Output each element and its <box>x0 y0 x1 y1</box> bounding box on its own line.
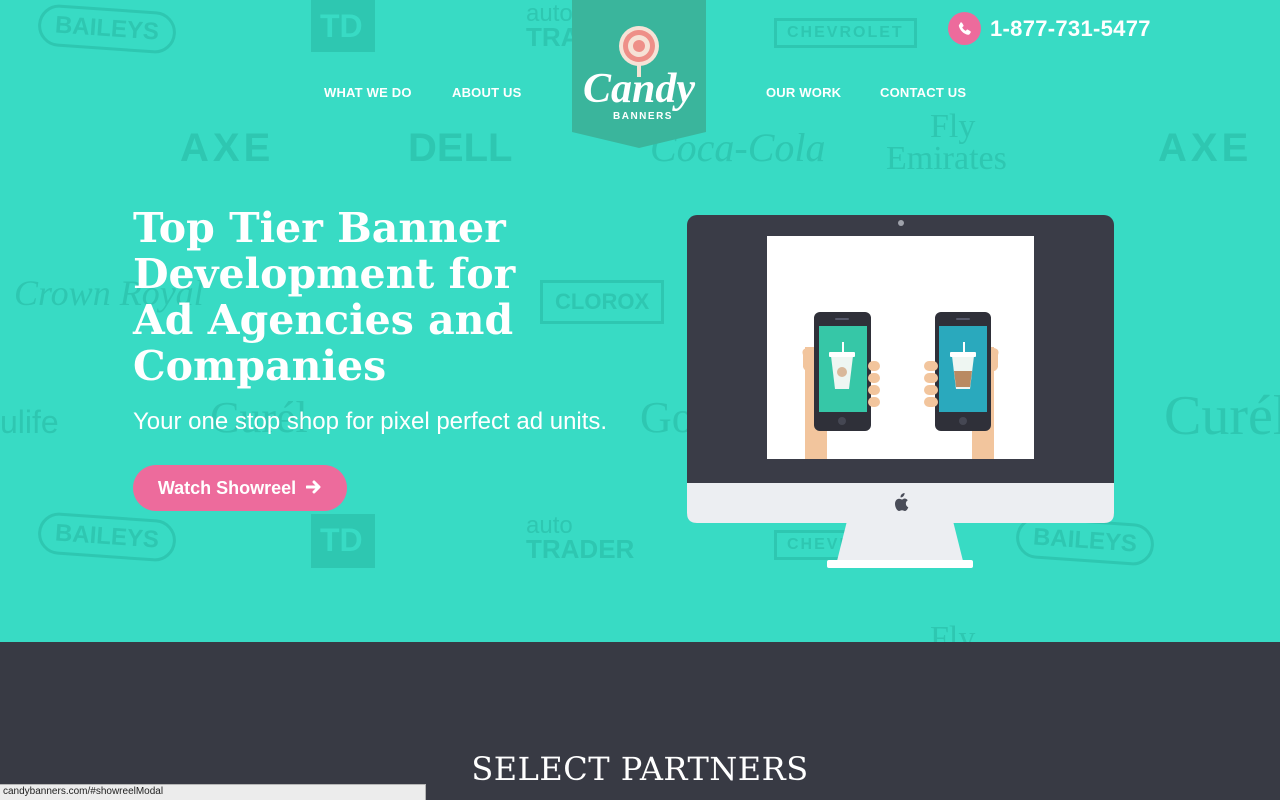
logo-wordmark: Candy <box>583 66 695 112</box>
bg-logo-baileys: BAILEYS <box>36 3 178 55</box>
nav-what-we-do[interactable]: WHAT WE DO <box>324 85 412 100</box>
hero-tagline: Your one stop shop for pixel perfect ad … <box>133 408 608 435</box>
bg-logo-chevrolet: CHEVROLET <box>774 18 917 48</box>
nav-about-us[interactable]: ABOUT US <box>452 85 522 100</box>
phone-number[interactable]: 1-877-731-5477 <box>990 16 1151 42</box>
bg-logo-emirates: Emirates <box>886 140 1007 177</box>
browser-status-bar: candybanners.com/#showreelModal <box>0 784 426 800</box>
nav-our-work[interactable]: OUR WORK <box>766 85 841 100</box>
nav-contact-us[interactable]: CONTACT US <box>880 85 966 100</box>
hero-section: BAILEYS TD auto TRADER CHEVROLET AXE DEL… <box>0 0 1280 642</box>
site-logo[interactable]: Candy BANNERS <box>572 0 706 148</box>
bg-logo-clorox: CLOROX <box>540 280 665 324</box>
bg-logo-axe-1: AXE <box>180 126 275 170</box>
hero-headline: Top Tier Banner Development for Ad Agenc… <box>133 204 516 390</box>
partners-title: SELECT PARTNERS <box>471 750 809 788</box>
bg-logo-go: Go <box>640 393 694 442</box>
bg-logo-curel-2: Curél <box>1164 385 1280 447</box>
phone-icon <box>948 12 981 45</box>
bg-logo-fly-2: Fly <box>930 620 976 642</box>
bg-logo-dell: DELL <box>408 126 513 170</box>
bg-logo-trader-2: TRADER <box>526 534 635 564</box>
watch-showreel-label: Watch Showreel <box>157 477 297 498</box>
bg-logo-td-2: TD <box>320 522 363 558</box>
monitor-illustration <box>687 215 1114 569</box>
bg-logo-ulife: ulife <box>0 404 59 440</box>
bg-logo-baileys-2: BAILEYS <box>36 511 178 563</box>
bg-logo-axe-2: AXE <box>1158 126 1253 170</box>
watch-showreel-button[interactable]: Watch Showreel <box>133 465 347 511</box>
bg-logo-td: TD <box>320 8 363 44</box>
arrow-right-icon <box>305 478 322 499</box>
phone-contact[interactable]: 1-877-731-5477 <box>948 12 1151 45</box>
logo-subtext: BANNERS <box>613 111 673 122</box>
